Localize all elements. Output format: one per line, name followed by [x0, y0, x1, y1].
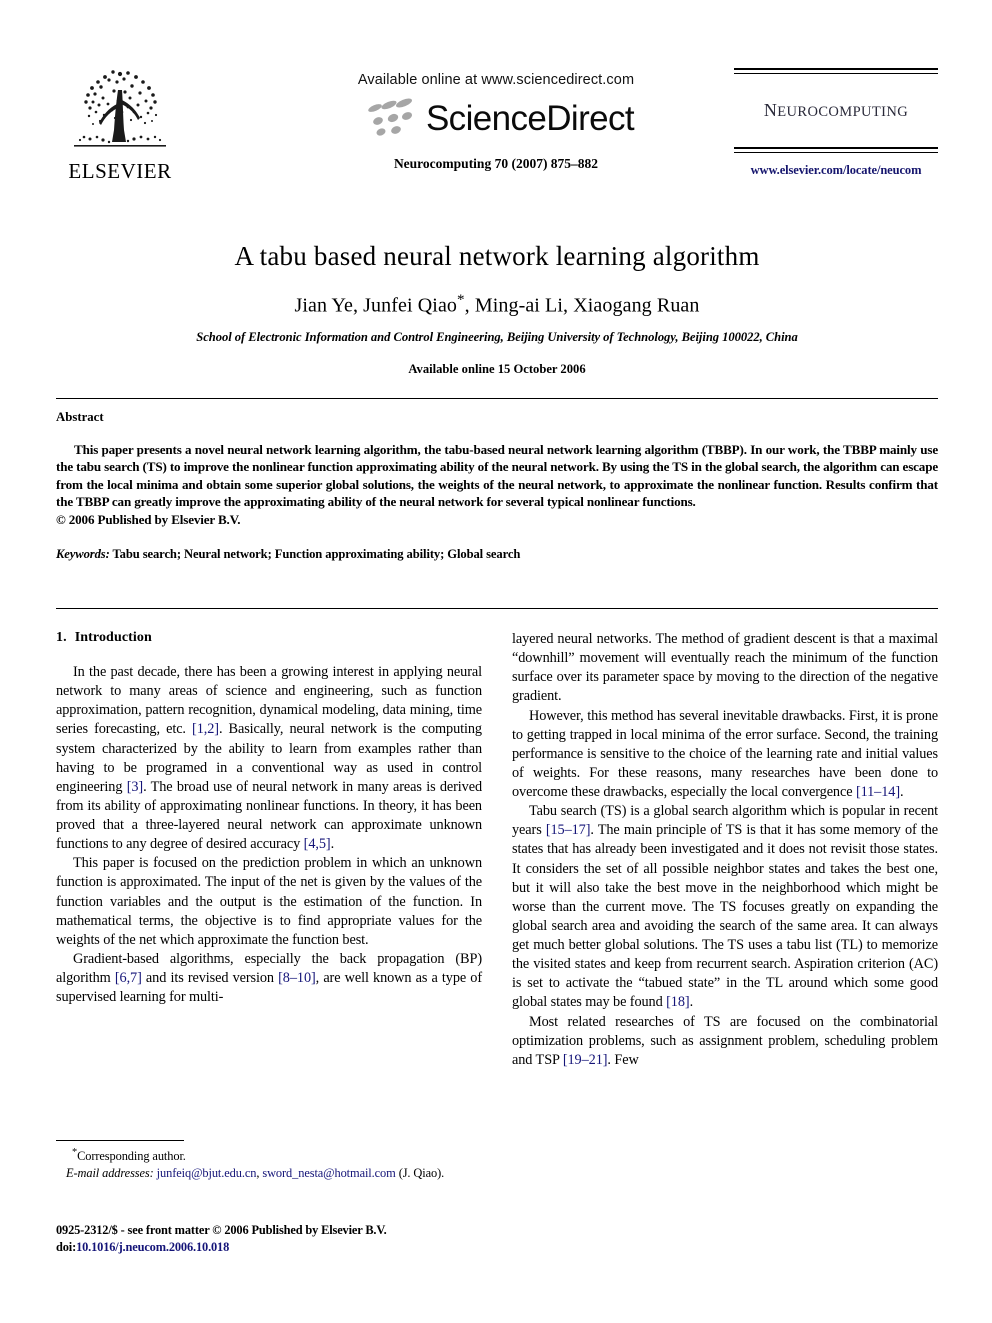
citation-link[interactable]: [11–14]: [856, 784, 900, 800]
citation-link[interactable]: [1,2]: [192, 721, 219, 737]
email-link-2[interactable]: sword_nesta@hotmail.com: [262, 1166, 395, 1180]
available-online-text: Available online at www.sciencedirect.co…: [357, 72, 635, 88]
doi-line: doi:10.1016/j.neucom.2006.10.018: [56, 1239, 496, 1256]
journal-url-link[interactable]: www.elsevier.com/locate/neucom: [734, 163, 938, 178]
journal-brand-initial: N: [763, 100, 778, 120]
keywords-label: Keywords:: [56, 546, 110, 561]
footnote-block: *Corresponding author. E-mail addresses:…: [56, 1140, 482, 1181]
email-attribution: (J. Qiao).: [398, 1165, 445, 1180]
right-column-paragraphs: layered neural networks. The method of g…: [512, 630, 938, 1070]
sciencedirect-mark-icon: [368, 98, 412, 136]
affiliation: School of Electronic Information and Con…: [196, 330, 798, 345]
paragraph-text: .: [900, 784, 904, 800]
paragraph: Most related researches of TS are focuse…: [512, 1013, 938, 1070]
elsevier-wordmark: ELSEVIER: [68, 159, 172, 183]
corresponding-author-marker: *: [457, 291, 465, 308]
page-title: A tabu based neural network learning alg…: [234, 241, 760, 271]
column-left: 1. Introduction In the past decade, there…: [56, 630, 482, 1007]
paper-page: ELSEVIER Available online at www.science…: [0, 0, 992, 1323]
section-heading-introduction: 1. Introduction: [56, 630, 482, 646]
authors-before-star: Jian Ye, Junfei Qiao: [294, 294, 458, 317]
body-columns: 1. Introduction In the past decade, there…: [56, 630, 938, 1170]
paragraph-text: . Few: [607, 1051, 639, 1068]
imprint-block: 0925-2312/$ - see front matter © 2006 Pu…: [56, 1222, 496, 1256]
abstract-copyright: © 2006 Published by Elsevier B.V.: [56, 511, 241, 527]
keywords-value: Tabu search; Neural network; Function ap…: [112, 546, 521, 561]
sciencedirect-logo: ScienceDirect: [281, 96, 711, 140]
corresponding-author-text: Corresponding author.: [77, 1149, 186, 1164]
elsevier-tree-icon: [74, 70, 166, 147]
paragraph: Gradient-based algorithms, especially th…: [56, 950, 482, 1007]
brand-rule-bottom: [734, 147, 938, 153]
authors-after-star: , Ming-ai Li, Xiaogang Ruan: [464, 294, 700, 317]
section-number: 1.: [56, 630, 67, 645]
doi-label: doi:: [56, 1239, 77, 1254]
footnote-divider: [56, 1140, 184, 1141]
doi-link[interactable]: 10.1016/j.neucom.2006.10.018: [76, 1240, 229, 1254]
title-block: A tabu based neural network learning alg…: [56, 240, 938, 377]
author-list: Jian Ye, Junfei Qiao*, Ming-ai Li, Xiaog…: [56, 292, 938, 318]
paragraph-text: and its revised version: [141, 970, 279, 986]
journal-brand-block: NEUROCOMPUTING www.elsevier.com/locate/n…: [734, 68, 938, 178]
paragraph: This paper is focused on the prediction …: [56, 854, 482, 950]
available-online-date: Available online 15 October 2006: [408, 362, 586, 377]
paragraph-text: layered neural networks. The method of g…: [512, 631, 938, 705]
abstract-bottom-divider: [56, 608, 938, 609]
paragraph-text: .: [689, 994, 694, 1011]
email-link-1[interactable]: junfeiq@bjut.edu.cn: [157, 1166, 257, 1180]
abstract-heading: Abstract: [56, 410, 104, 424]
email-label: E-mail addresses:: [66, 1165, 154, 1180]
citation-link[interactable]: [18]: [666, 994, 690, 1010]
paragraph-text: This paper is focused on the prediction …: [56, 855, 482, 948]
citation-link[interactable]: [4,5]: [304, 836, 331, 852]
abstract-top-divider: [56, 398, 938, 399]
journal-brand-rest: EUROCOMPUTING: [777, 104, 909, 120]
email-note: E-mail addresses: junfeiq@bjut.edu.cn, s…: [56, 1165, 482, 1181]
paragraph-text: . The main principle of TS is that it ha…: [512, 822, 939, 1011]
citation-link[interactable]: [19–21]: [563, 1052, 608, 1068]
left-column-paragraphs: In the past decade, there has been a gro…: [56, 663, 482, 1007]
brand-rule-top: [734, 68, 938, 74]
corresponding-author-note: *Corresponding author.: [56, 1146, 482, 1165]
paragraph: In the past decade, there has been a gro…: [56, 663, 482, 854]
paragraph: Tabu search (TS) is a global search algo…: [512, 802, 938, 1012]
citation-link[interactable]: [3]: [127, 779, 143, 795]
paragraph: layered neural networks. The method of g…: [512, 630, 938, 707]
issn-front-matter-line: 0925-2312/$ - see front matter © 2006 Pu…: [56, 1223, 387, 1237]
abstract-section: Abstract This paper presents a novel neu…: [56, 410, 938, 562]
elsevier-logo: ELSEVIER: [60, 60, 180, 192]
paragraph: However, this method has several inevita…: [512, 707, 938, 803]
sciencedirect-wordmark: ScienceDirect: [425, 98, 635, 138]
masthead: ELSEVIER Available online at www.science…: [56, 52, 938, 202]
paragraph-text: .: [330, 836, 335, 853]
abstract-body: This paper presents a novel neural netwo…: [56, 442, 938, 510]
journal-citation: Neurocomputing 70 (2007) 875–882: [393, 156, 599, 171]
sciencedirect-block: Available online at www.sciencedirect.co…: [281, 72, 711, 172]
section-title: Introduction: [74, 630, 152, 645]
citation-link[interactable]: [8–10]: [278, 970, 316, 986]
keywords-line: Keywords: Tabu search; Neural network; F…: [56, 547, 938, 562]
citation-link[interactable]: [6,7]: [115, 970, 142, 986]
journal-brand-name: NEUROCOMPUTING: [734, 100, 938, 121]
column-right: layered neural networks. The method of g…: [512, 630, 938, 1070]
citation-link[interactable]: [15–17]: [546, 822, 591, 838]
